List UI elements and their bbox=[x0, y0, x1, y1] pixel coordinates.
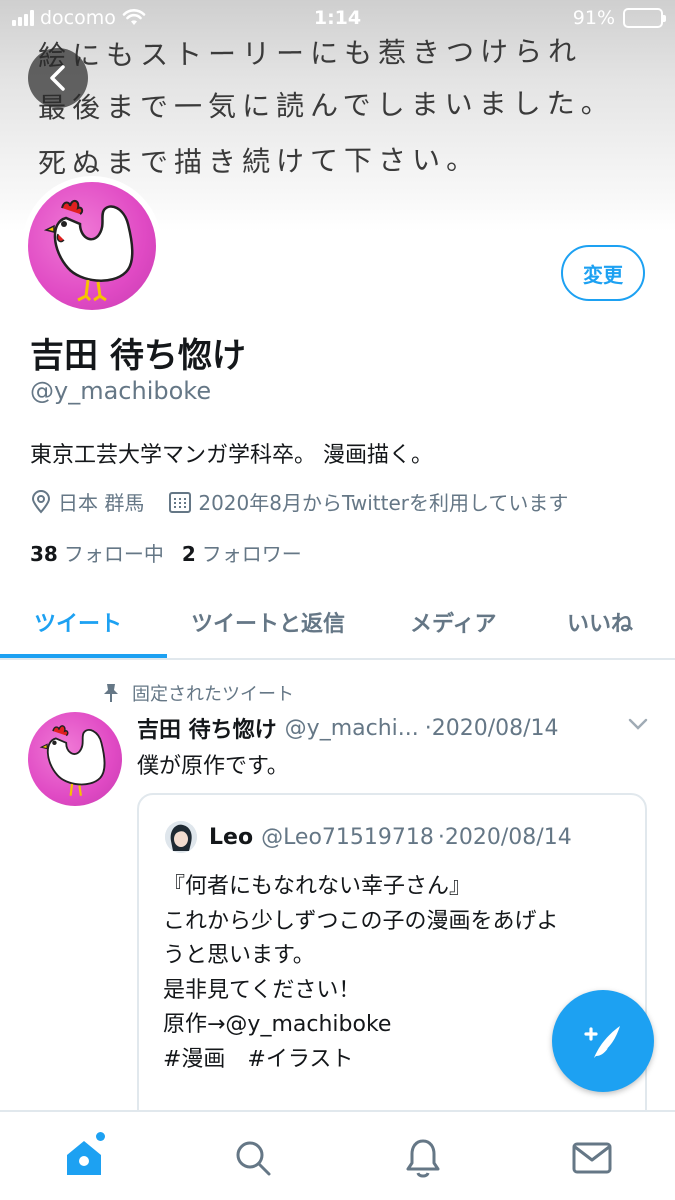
quoted-line: 『何者にもなれない幸子さん』 bbox=[163, 874, 472, 899]
tab-tweets[interactable]: ツイート bbox=[34, 606, 122, 638]
notifications-icon bbox=[406, 1139, 440, 1178]
pin-icon bbox=[104, 684, 118, 702]
location-icon bbox=[31, 489, 51, 514]
compose-icon bbox=[584, 1026, 620, 1058]
quoted-author-avatar bbox=[165, 821, 197, 853]
back-icon bbox=[50, 65, 65, 91]
quoted-line: これから少しずつこの子の漫画をあげよ bbox=[163, 908, 559, 934]
profile-avatar[interactable] bbox=[22, 176, 162, 316]
quoted-line: 是非見てください！ bbox=[163, 977, 361, 1003]
following-count: 38 bbox=[30, 542, 58, 566]
follow-stats: 38 フォロー中 2 フォロワー bbox=[30, 538, 302, 567]
quoted-author-name: Leo bbox=[209, 824, 254, 850]
messages-icon bbox=[572, 1142, 612, 1174]
banner-handwriting-line: 最後まで一気に読んでしまいました。 bbox=[37, 86, 615, 125]
chicken-avatar-image bbox=[43, 200, 134, 302]
nav-messages[interactable] bbox=[570, 1136, 614, 1180]
back-button[interactable] bbox=[28, 48, 88, 108]
profile-name: 吉田 待ち惚け bbox=[30, 336, 246, 376]
tab-media[interactable]: メディア bbox=[410, 606, 496, 638]
status-bar: docomo 1:14 91% bbox=[0, 0, 675, 38]
joined-item: 2020年8月からTwitterを利用しています bbox=[168, 487, 568, 516]
quoted-tweet[interactable]: Leo @Leo71519718 ·2020/08/14 『何者にもなれない幸子… bbox=[137, 793, 647, 1133]
quoted-date: ·2020/08/14 bbox=[437, 824, 572, 850]
nav-home[interactable] bbox=[62, 1136, 106, 1180]
joined-text: 2020年8月からTwitterを利用しています bbox=[198, 491, 569, 515]
battery-status: 91% bbox=[572, 7, 666, 29]
quoted-line: うと思います。 bbox=[163, 943, 315, 968]
followers-count: 2 bbox=[181, 542, 196, 566]
new-content-dot bbox=[96, 1132, 105, 1141]
profile-handle: @y_machiboke bbox=[30, 377, 212, 405]
nav-search[interactable] bbox=[231, 1136, 275, 1180]
banner-handwriting-line: 死ぬまで描き続けて下さい。 bbox=[37, 143, 481, 180]
nav-notifications[interactable] bbox=[401, 1136, 445, 1180]
following-label: フォロー中 bbox=[63, 542, 164, 566]
calendar-icon bbox=[169, 491, 192, 513]
location-item: 日本 群馬 bbox=[30, 487, 144, 516]
profile-meta: 日本 群馬 2020年8月からTwitterを利用しています bbox=[30, 487, 568, 516]
tweet-author-handle[interactable]: @y_machi... bbox=[285, 716, 419, 741]
tweet-author-avatar[interactable] bbox=[28, 712, 122, 806]
followers-label: フォロワー bbox=[201, 542, 302, 566]
pinned-indicator: 固定されたツイート bbox=[102, 680, 294, 706]
profile-tabs: ツイート ツイートと返信 メディア いいね bbox=[0, 586, 675, 660]
compose-tweet-button[interactable] bbox=[552, 990, 654, 1092]
battery-icon bbox=[623, 8, 666, 28]
followers-link[interactable]: 2 フォロワー bbox=[182, 538, 302, 567]
tab-likes[interactable]: いいね bbox=[567, 606, 633, 638]
active-tab-indicator bbox=[0, 654, 167, 658]
following-link[interactable]: 38 フォロー中 bbox=[30, 538, 164, 567]
tweet-header: 吉田 待ち惚け @y_machi... ·2020/08/14 bbox=[137, 712, 649, 744]
quoted-author-handle: @Leo71519718 bbox=[261, 824, 434, 850]
tweet-text: 僕が原作です。 bbox=[137, 754, 289, 779]
chicken-avatar-image bbox=[39, 725, 106, 796]
battery-percent: 91% bbox=[572, 7, 615, 29]
quoted-tweet-header: Leo @Leo71519718 ·2020/08/14 bbox=[165, 821, 572, 853]
tab-tweets-and-replies[interactable]: ツイートと返信 bbox=[191, 606, 345, 638]
location-text: 日本 群馬 bbox=[58, 491, 145, 515]
home-icon bbox=[67, 1141, 101, 1175]
profile-bio: 東京工芸大学マンガ学科卒。 漫画描く。 bbox=[30, 443, 433, 468]
edit-profile-button[interactable]: 変更 bbox=[561, 245, 645, 301]
bottom-tab-bar bbox=[0, 1110, 675, 1200]
tweet-date: ·2020/08/14 bbox=[424, 715, 559, 741]
chevron-down-icon[interactable] bbox=[627, 716, 649, 732]
tweet-author-name[interactable]: 吉田 待ち惚け bbox=[137, 712, 277, 744]
search-icon bbox=[236, 1141, 271, 1176]
pinned-label: 固定されたツイート bbox=[132, 684, 294, 705]
